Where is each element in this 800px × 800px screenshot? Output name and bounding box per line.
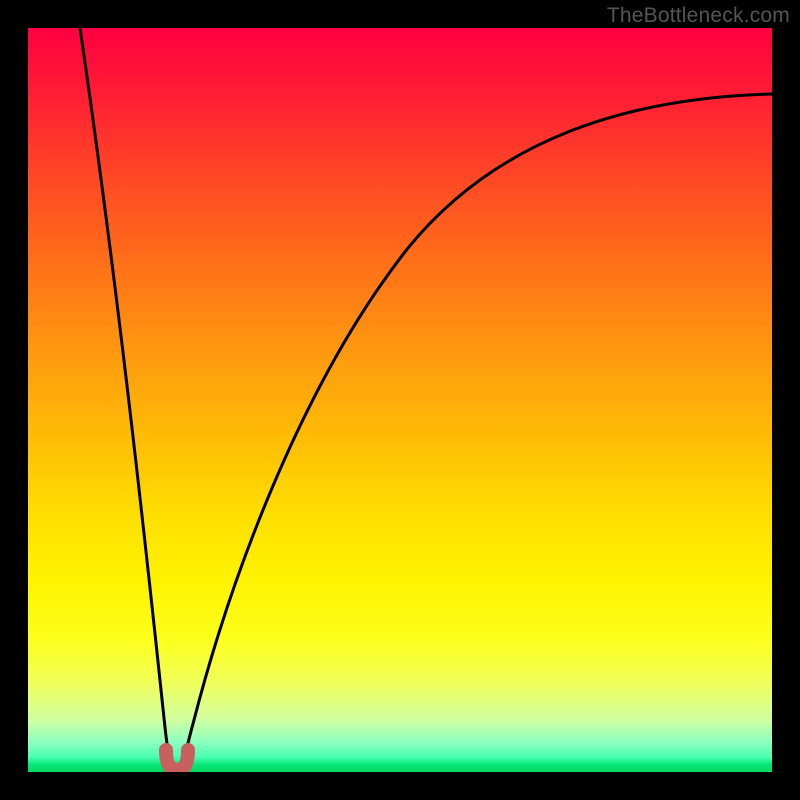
watermark-text: TheBottleneck.com [607, 4, 790, 28]
chart-frame: TheBottleneck.com [0, 0, 800, 800]
min-marker [166, 750, 188, 770]
curve-overlay [28, 28, 772, 772]
bottleneck-curve-right [184, 94, 772, 760]
plot-area [28, 28, 772, 772]
bottleneck-curve-left [80, 28, 170, 760]
